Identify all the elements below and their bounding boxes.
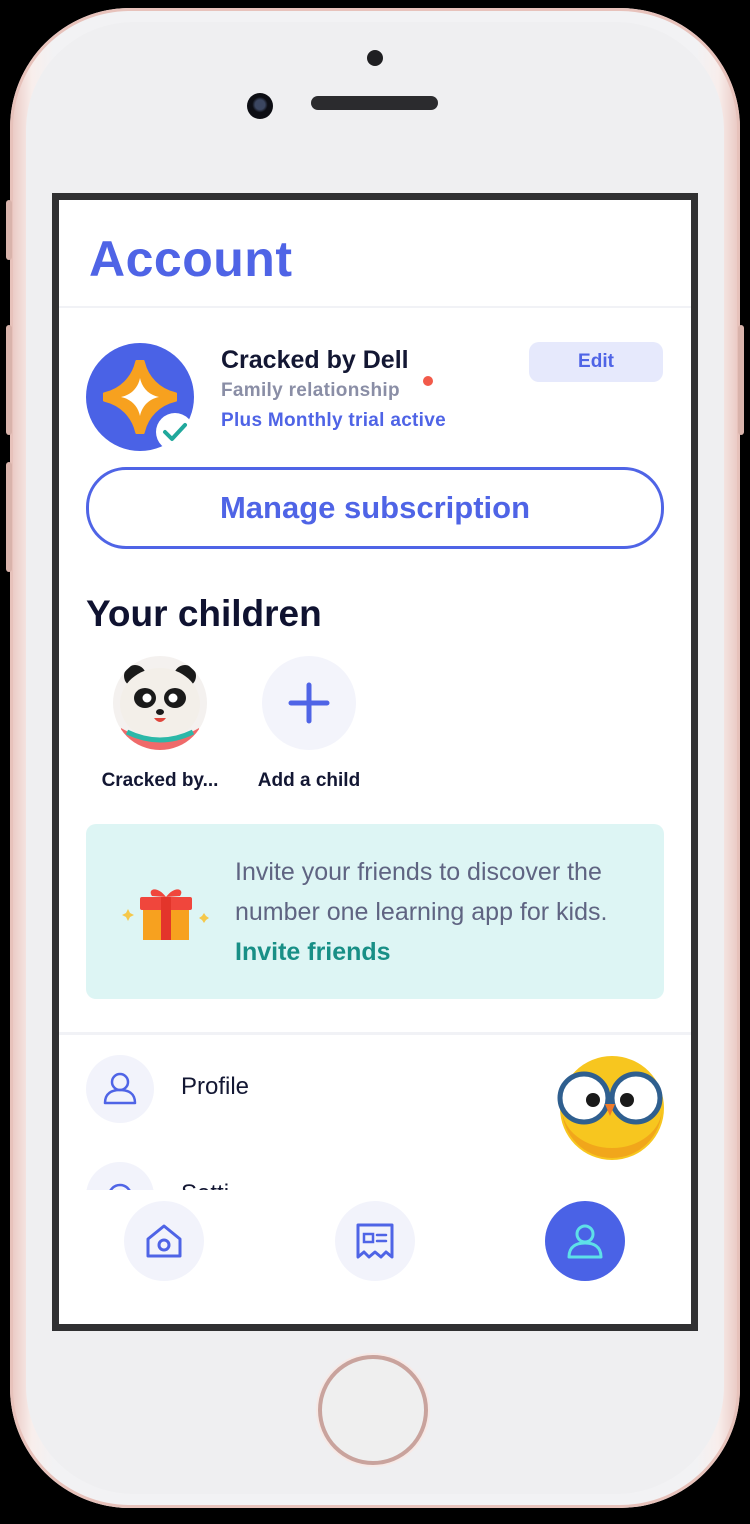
- bottom-tab-bar: [59, 1190, 691, 1324]
- mute-switch: [6, 200, 12, 260]
- relationship-text: Family relationship: [221, 380, 400, 401]
- earpiece-speaker: [311, 96, 438, 110]
- gift-icon: [122, 889, 209, 940]
- subscription-status: Plus Monthly trial active: [221, 410, 446, 431]
- menu-icon-circle: [86, 1055, 154, 1123]
- tab-account[interactable]: [545, 1201, 625, 1281]
- user-icon: [103, 1072, 137, 1105]
- volume-up-button: [6, 325, 12, 435]
- children-section-title: Your children: [86, 593, 322, 634]
- verified-badge: [156, 413, 194, 451]
- home-button[interactable]: [318, 1355, 428, 1465]
- child-name: Cracked by...: [101, 770, 219, 791]
- page-title: Account: [89, 231, 293, 287]
- app-screen: Account Cracked by Dell Family relations…: [59, 200, 691, 1324]
- sensor-dot: [367, 50, 383, 66]
- edit-button[interactable]: Edit: [529, 342, 663, 382]
- menu-item-label: Profile: [181, 1073, 250, 1100]
- plus-icon: [288, 682, 330, 724]
- volume-down-button: [6, 462, 12, 572]
- add-child-circle: [262, 656, 356, 750]
- ticket-icon: [356, 1223, 394, 1259]
- home-icon: [146, 1224, 182, 1258]
- add-child-button[interactable]: Add a child: [239, 656, 379, 792]
- menu-item-profile[interactable]: Profile: [86, 1055, 486, 1123]
- child-item[interactable]: Cracked by...: [90, 656, 230, 792]
- screen-bezel: Account Cracked by Dell Family relations…: [52, 193, 698, 1331]
- front-camera: [247, 93, 273, 119]
- invite-friends-link[interactable]: Invite friends: [235, 938, 391, 966]
- add-child-label: Add a child: [257, 770, 361, 791]
- account-name: Cracked by Dell: [221, 346, 409, 374]
- tab-tickets[interactable]: [335, 1201, 415, 1281]
- header-divider: [59, 306, 691, 308]
- owl-mascot-icon[interactable]: [552, 1048, 668, 1164]
- menu-divider: [59, 1032, 691, 1035]
- panda-avatar: [113, 656, 207, 750]
- panda-icon: [120, 665, 200, 750]
- invite-message: Invite your friends to discover the numb…: [235, 858, 608, 926]
- check-icon: [163, 423, 187, 441]
- invite-text: Invite your friends to discover the numb…: [235, 852, 645, 972]
- user-icon: [567, 1224, 603, 1259]
- manage-subscription-button[interactable]: Manage subscription: [86, 467, 664, 549]
- power-button: [738, 325, 744, 435]
- invite-banner: Invite your friends to discover the numb…: [86, 824, 664, 999]
- tab-home[interactable]: [124, 1201, 204, 1281]
- notification-dot: [423, 376, 433, 386]
